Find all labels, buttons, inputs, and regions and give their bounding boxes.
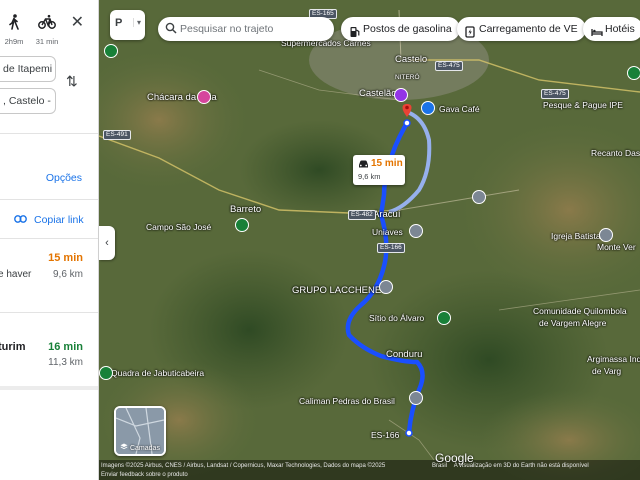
road-shield: ES-475	[435, 61, 463, 71]
bike-icon	[33, 14, 61, 35]
place-marker-icon[interactable]	[409, 391, 423, 405]
place-marker-icon[interactable]	[197, 90, 211, 104]
place-label: Sítio do Álvaro	[369, 313, 425, 323]
gas-station-icon	[349, 23, 361, 37]
bike-time: 31 min	[35, 37, 59, 46]
place-marker-icon[interactable]	[99, 366, 113, 380]
chevron-down-icon: ▾	[132, 18, 141, 27]
place-label: Conduru	[386, 349, 423, 360]
country-label: Brasil A visualização em 3D do Earth não…	[432, 463, 589, 469]
destination-field[interactable]: , Castelo -	[0, 88, 56, 114]
options-link[interactable]: Opções	[46, 172, 82, 184]
walk-time: 2h9m	[4, 37, 24, 46]
layers-icon	[120, 443, 128, 450]
divider	[0, 238, 98, 239]
place-label: Monte Ver	[597, 242, 636, 252]
search-icon	[165, 21, 177, 34]
callout-distance: 9,6 km	[358, 172, 381, 181]
route-destination-dot	[403, 119, 411, 127]
place-marker-icon[interactable]	[235, 218, 249, 232]
place-label: Campo São José	[146, 222, 212, 232]
route-origin-dot	[405, 429, 413, 437]
cafe-marker-icon[interactable]	[421, 101, 435, 115]
route-duration: 15 min	[48, 252, 83, 264]
hotel-icon	[591, 23, 603, 36]
chip-ev-charging[interactable]: Carregamento de VE	[457, 17, 586, 41]
collapse-panel-button[interactable]: ‹	[99, 226, 115, 260]
origin-field[interactable]: de Itapemi	[0, 56, 56, 82]
close-icon[interactable]: ✕	[71, 14, 84, 32]
place-label: Caliman Pedras do Brasil	[299, 396, 395, 406]
mode-walk[interactable]: 2h9m	[0, 14, 28, 46]
chip-gas-stations[interactable]: Postos de gasolina	[341, 17, 460, 41]
parking-icon: P	[115, 17, 123, 29]
place-label: Argimassa Indús	[587, 354, 640, 364]
layers-button[interactable]: Camadas	[114, 406, 166, 456]
map-type-button[interactable]: P ▾	[110, 10, 145, 40]
chip-hotels[interactable]: Hotéis	[583, 17, 640, 41]
place-marker-icon[interactable]	[599, 228, 613, 242]
copy-link-label: Copiar link	[34, 214, 84, 226]
road-shield: ES-166	[377, 243, 405, 253]
place-label: Castelo	[395, 54, 428, 65]
divider	[0, 199, 98, 200]
imagery-attribution: Imagens ©2025 Airbus, CNES / Airbus, Lan…	[101, 463, 386, 469]
place-label: NITERÓ	[395, 74, 420, 81]
place-label: Castelão	[359, 88, 397, 99]
callout-duration: 15 min	[371, 158, 403, 169]
route-search-box[interactable]	[158, 17, 334, 41]
layers-label: Camadas	[116, 443, 164, 452]
place-marker-icon[interactable]	[394, 88, 408, 102]
travel-modes: 2h9m 31 min	[0, 14, 98, 48]
walk-icon	[0, 14, 28, 35]
place-label: Gava Café	[439, 104, 480, 114]
divider	[0, 386, 98, 390]
place-label: Pesque & Pague IPE	[543, 100, 623, 110]
place-label: Comunidade Quilombola	[533, 306, 627, 316]
place-label: de Varg	[592, 366, 622, 376]
earth-3d-note: A visualização em 3D do Earth não está d…	[453, 463, 589, 469]
place-marker-icon[interactable]	[104, 44, 118, 58]
copy-link-button[interactable]: Copiar link	[14, 214, 84, 226]
place-label: de Vargem Alegre	[539, 318, 607, 328]
place-label: Uniaves	[372, 227, 403, 237]
road-shield: ES-475	[541, 89, 569, 99]
road-shield: ES-491	[103, 130, 131, 140]
directions-panel: 2h9m 31 min ✕ de Itapemi , Castelo - ⇅ O…	[0, 0, 99, 480]
link-icon	[14, 214, 28, 226]
divider	[0, 312, 98, 313]
place-label: Quadra de Jabuticabeira	[111, 368, 205, 378]
road-shield: ES-482	[348, 210, 376, 220]
place-marker-icon[interactable]	[437, 311, 451, 325]
place-label: Barreto	[230, 204, 262, 215]
place-marker-icon[interactable]	[627, 66, 640, 80]
place-label: GRUPO LACCHENE	[292, 285, 382, 296]
route-label: e haver	[0, 269, 32, 280]
maps-window: 2h9m 31 min ✕ de Itapemi , Castelo - ⇅ O…	[0, 0, 640, 480]
chip-label: Postos de gasolina	[363, 23, 452, 35]
place-label: ES-166	[371, 430, 400, 440]
swap-icon[interactable]: ⇅	[66, 73, 78, 90]
satellite-map[interactable]: Supermercados Carnes Castelo NITERÓ Cast…	[99, 0, 640, 480]
feedback-link[interactable]: Enviar feedback sobre o produto	[101, 472, 188, 479]
chip-label: Hotéis	[605, 23, 635, 35]
chip-label: Carregamento de VE	[479, 23, 578, 35]
route-label: turim	[0, 341, 26, 353]
route-duration: 16 min	[48, 341, 83, 353]
place-label: Recanto Das Ar	[591, 148, 640, 158]
place-marker-icon[interactable]	[379, 280, 393, 294]
divider	[0, 133, 98, 134]
car-icon	[358, 159, 369, 172]
place-label: Aracuí	[373, 209, 401, 220]
route-distance: 11,3 km	[48, 357, 83, 368]
mode-bike[interactable]: 31 min	[33, 14, 61, 46]
route-option-2[interactable]: turim 16 min 11,3 km	[0, 334, 98, 384]
place-marker-icon[interactable]	[409, 224, 423, 238]
place-marker-icon[interactable]	[472, 190, 486, 204]
search-input[interactable]	[180, 21, 325, 37]
ev-charging-icon	[465, 23, 477, 38]
route-duration-callout[interactable]: 15 min 9,6 km	[353, 155, 405, 185]
route-distance: 9,6 km	[52, 269, 83, 280]
route-option-1[interactable]: e haver 15 min 9,6 km	[0, 245, 98, 295]
